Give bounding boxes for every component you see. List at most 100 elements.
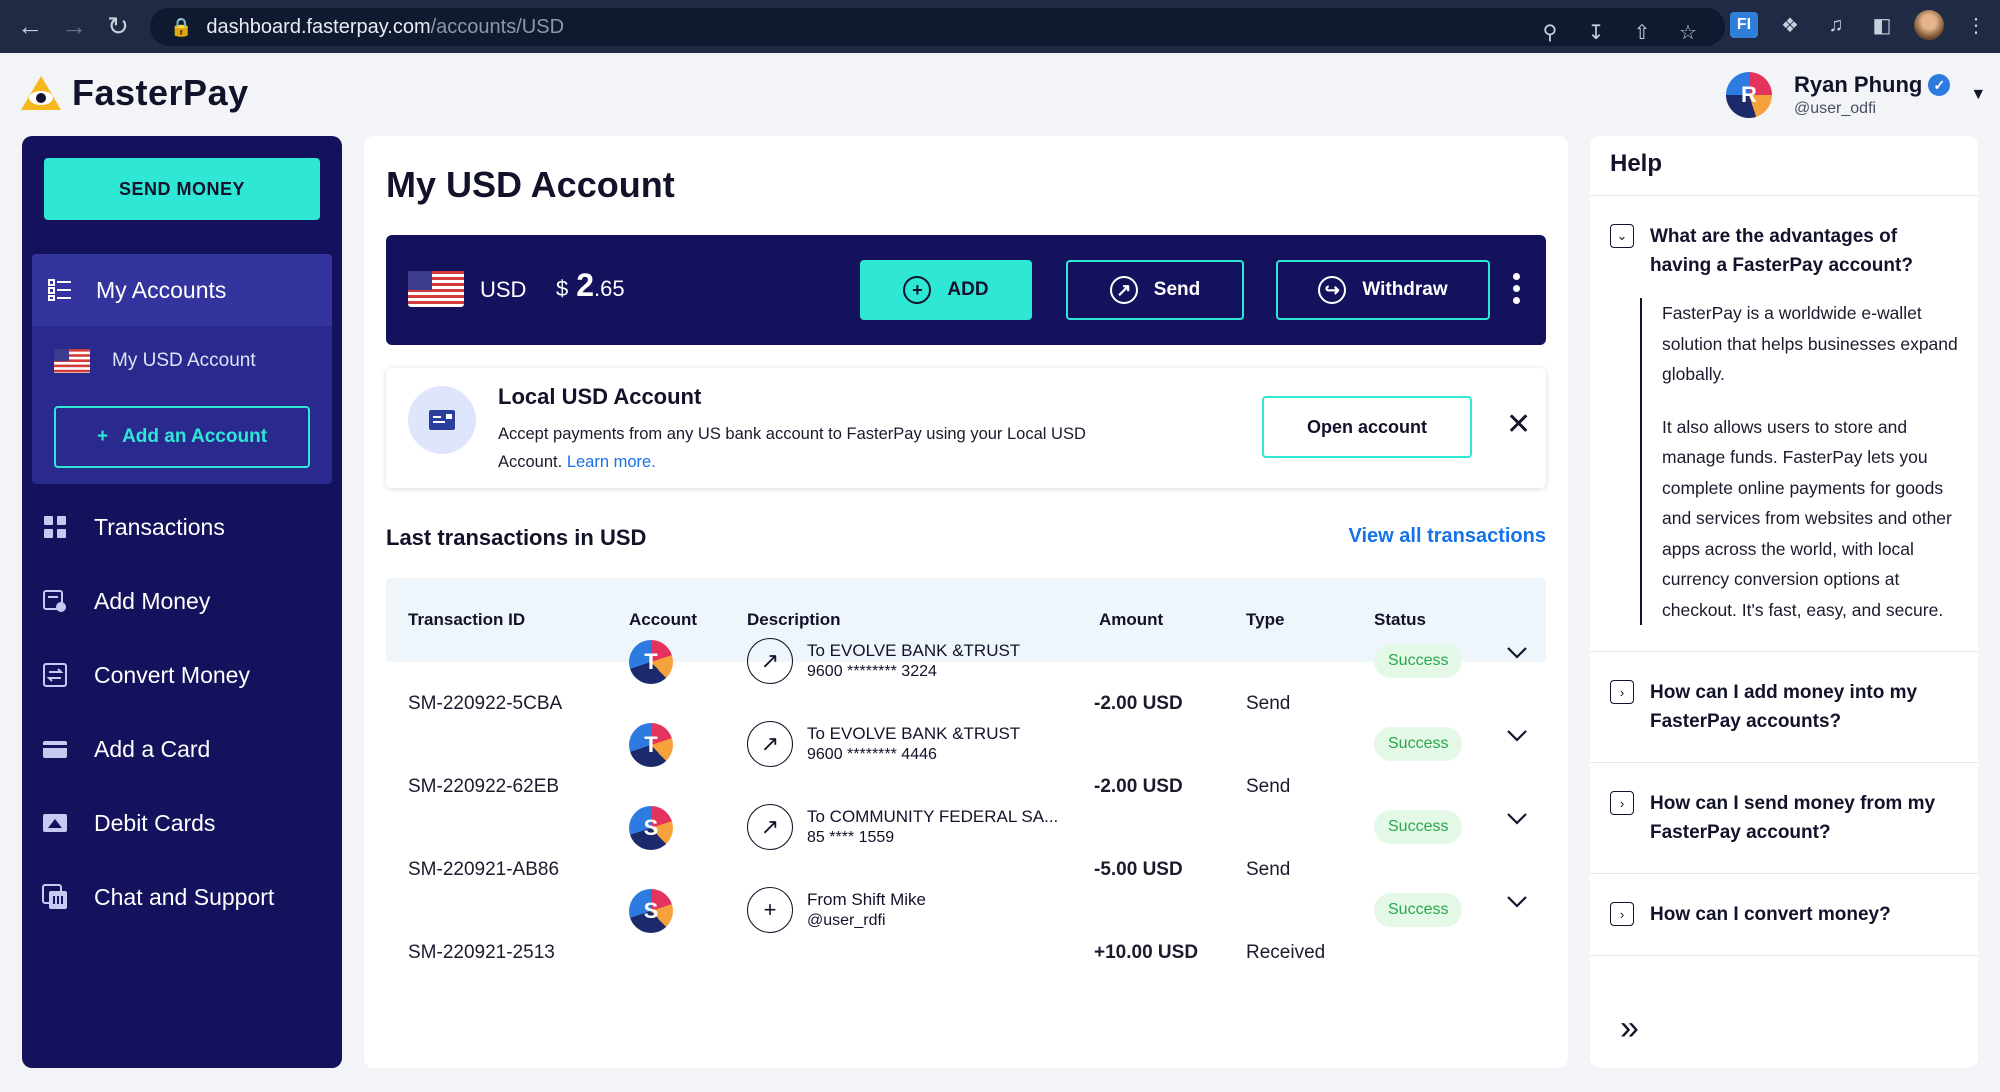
chevron-down-icon[interactable] [1506, 729, 1528, 748]
banner-description: Accept payments from any US bank account… [498, 420, 1138, 476]
withdraw-icon: ↪ [1318, 276, 1347, 304]
faq-question: What are the advantages of having a Fast… [1650, 226, 1913, 276]
sidebar-item-add-money[interactable]: Add Money [42, 564, 322, 638]
account-avatar: S [629, 889, 673, 933]
sidebar-item-chat-support[interactable]: Chat and Support [42, 860, 322, 934]
faq-item[interactable]: › How can I convert money? [1590, 874, 1978, 956]
kebab-menu-icon[interactable]: ⋮ [1962, 13, 1990, 38]
media-icon[interactable]: ♫ [1822, 14, 1850, 37]
currency-code: USD [480, 277, 527, 302]
more-options-icon[interactable] [1506, 273, 1526, 304]
view-all-transactions-link[interactable]: View all transactions [1349, 525, 1547, 548]
plus-icon: + [96, 426, 109, 447]
back-icon[interactable]: ← [8, 5, 52, 49]
table-row[interactable]: SM-220921-AB86 S ↗ To COMMUNITY FEDERAL … [386, 804, 1546, 911]
add-account-label: Add an Account [122, 426, 268, 447]
faq-question: How can I convert money? [1650, 904, 1891, 925]
sidepanel-icon[interactable]: ◧ [1868, 13, 1896, 38]
add-label: ADD [947, 279, 989, 300]
local-account-banner: Local USD Account Accept payments from a… [386, 368, 1546, 488]
sidebar-item-label: Convert Money [94, 661, 250, 688]
arrow-up-right-icon: ↗ [747, 804, 793, 850]
sidebar-item-my-accounts[interactable]: My Accounts [32, 254, 332, 326]
withdraw-button[interactable]: ↪ Withdraw [1276, 260, 1490, 320]
learn-more-link[interactable]: Learn more. [567, 453, 656, 471]
arrow-up-right-icon: ↗ [747, 638, 793, 684]
send-label: Send [1153, 279, 1201, 300]
user-name: Ryan Phung [1794, 72, 1923, 97]
chevron-right-icon[interactable]: › [1610, 902, 1634, 926]
key-icon[interactable]: ⚲ [1537, 20, 1563, 45]
account-avatar: T [629, 723, 673, 767]
sidebar-item-debit-cards[interactable]: Debit Cards [42, 786, 322, 860]
debit-card-icon [42, 810, 68, 836]
status-badge: Success [1374, 727, 1463, 761]
us-flag-icon [54, 349, 90, 373]
browser-toolbar: ← → ↻ 🔒 dashboard.fasterpay.com/accounts… [0, 0, 2000, 53]
help-title: Help [1590, 136, 1978, 196]
transactions-table: Transaction ID Account Description Amoun… [386, 578, 1546, 994]
transaction-id: SM-220921-2513 [408, 941, 555, 963]
double-chevron-right-icon[interactable]: » [1620, 1009, 1639, 1048]
sidebar-item-label: Chat and Support [94, 883, 275, 910]
send-money-button[interactable]: SEND MONEY [44, 158, 320, 220]
faq-item[interactable]: ⌄ What are the advantages of having a Fa… [1590, 196, 1978, 652]
bookmark-star-icon[interactable]: ☆ [1675, 20, 1701, 45]
fasterpay-extension-icon[interactable]: FI [1730, 12, 1758, 38]
reload-icon[interactable]: ↻ [96, 5, 140, 49]
faq-answer: FasterPay is a worldwide e-wallet soluti… [1640, 298, 1958, 625]
faq-item[interactable]: › How can I add money into my FasterPay … [1590, 652, 1978, 763]
sidebar-item-transactions[interactable]: Transactions [42, 490, 322, 564]
avatar[interactable]: R [1726, 72, 1772, 118]
account-avatar: T [629, 640, 673, 684]
address-bar[interactable]: 🔒 dashboard.fasterpay.com/accounts/USD ⚲… [150, 8, 1725, 46]
amount: -2.00 USD [1094, 692, 1183, 714]
open-account-button[interactable]: Open account [1262, 396, 1472, 458]
sidebar-item-usd-account[interactable]: My USD Account [32, 326, 332, 396]
fasterpay-logo[interactable]: FasterPay [20, 72, 249, 114]
chevron-down-icon[interactable] [1506, 895, 1528, 914]
chevron-right-icon[interactable]: › [1610, 791, 1634, 815]
col-amount: Amount [1099, 610, 1164, 629]
lock-icon: 🔒 [170, 16, 193, 37]
bank-card-icon [408, 386, 476, 454]
install-icon[interactable]: ↧ [1583, 20, 1609, 45]
share-icon[interactable]: ⇧ [1629, 20, 1655, 45]
url-path: /accounts/USD [430, 15, 565, 38]
description-title: From Shift Mike [807, 890, 927, 909]
sidebar-item-label: Add Money [94, 587, 211, 614]
url-host: dashboard.fasterpay.com [206, 15, 431, 38]
user-menu[interactable]: R Ryan Phung ✓ @user_odfi ▼ [1726, 72, 1986, 118]
close-icon[interactable]: ✕ [1506, 410, 1531, 440]
add-money-icon [42, 588, 68, 614]
chevron-down-icon[interactable] [1506, 812, 1528, 831]
user-handle: @user_odfi [1794, 100, 1877, 117]
faq-question: How can I send money from my FasterPay a… [1650, 793, 1936, 843]
sidebar-item-label: My Accounts [96, 276, 227, 303]
forward-icon[interactable]: → [52, 5, 96, 49]
sidebar-item-add-card[interactable]: Add a Card [42, 712, 322, 786]
col-account: Account [629, 610, 697, 629]
transaction-id: SM-220921-AB86 [408, 858, 560, 880]
description: ↗ To EVOLVE BANK &TRUST 9600 ******** 322… [747, 638, 1020, 684]
add-button[interactable]: + ADD [860, 260, 1032, 320]
help-panel: Help ⌄ What are the advantages of having… [1590, 136, 1978, 1068]
faq-item[interactable]: › How can I send money from my FasterPay… [1590, 763, 1978, 874]
plus-circle-icon: + [903, 276, 932, 304]
send-button[interactable]: ↗ Send [1066, 260, 1244, 320]
accounts-group: My Accounts My USD Account + Add an Acco… [32, 254, 332, 484]
faq-answer-paragraph: It also allows users to store and manage… [1662, 416, 1952, 620]
chevron-down-icon[interactable]: ⌄ [1610, 224, 1634, 248]
description-detail: 9600 ******** 3224 [807, 663, 937, 680]
chevron-down-icon[interactable] [1506, 646, 1528, 665]
balance-amount: $2.65 [556, 267, 625, 304]
chevron-right-icon[interactable]: › [1610, 680, 1634, 704]
description-title: To EVOLVE BANK &TRUST [807, 724, 1021, 743]
caret-down-icon[interactable]: ▼ [1970, 86, 1986, 104]
table-row[interactable]: SM-220921-2513 S + From Shift Mike @user_… [386, 887, 1546, 994]
profile-avatar[interactable] [1914, 10, 1944, 40]
sidebar-item-convert-money[interactable]: Convert Money [42, 638, 322, 712]
puzzle-icon[interactable]: ❖ [1776, 13, 1804, 38]
sidebar-item-label: Transactions [94, 513, 225, 540]
add-account-button[interactable]: + Add an Account [54, 406, 310, 468]
